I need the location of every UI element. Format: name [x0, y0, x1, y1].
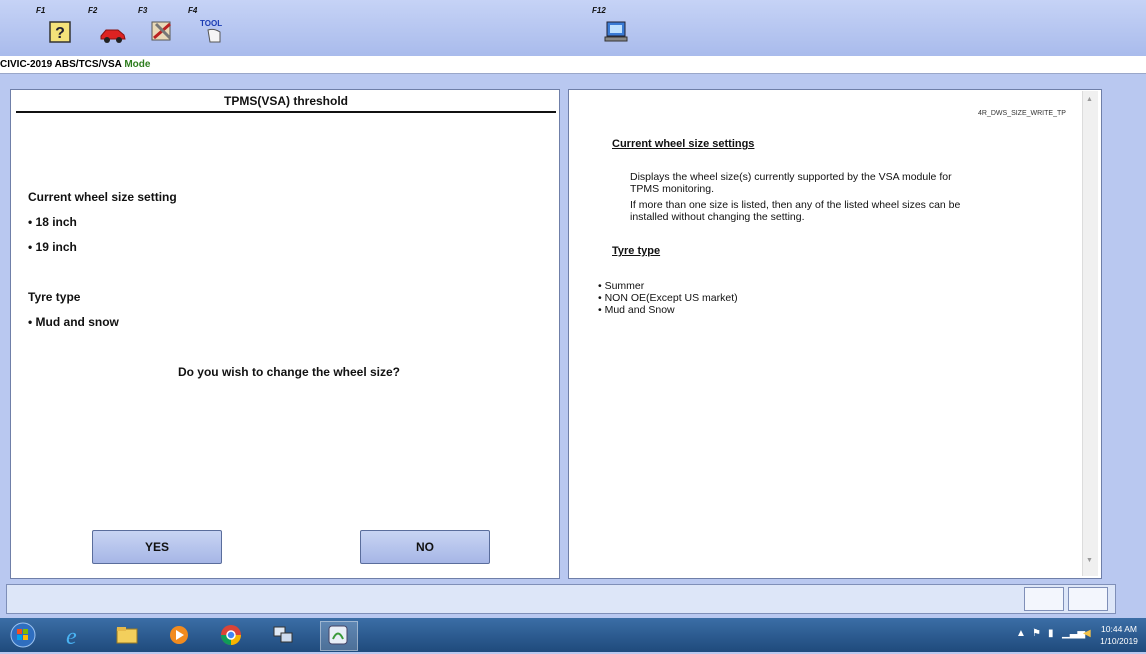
- tyre-type-heading: Tyre type: [28, 290, 81, 304]
- internet-explorer-icon[interactable]: e: [60, 621, 96, 650]
- f4-label: F4: [188, 6, 198, 15]
- windows-start-icon[interactable]: [8, 621, 44, 649]
- f4-tool-button[interactable]: F4 TOOL: [188, 6, 232, 48]
- help-heading-wheel-size: Current wheel size settings: [612, 138, 755, 150]
- f2-label: F2: [88, 6, 98, 15]
- f2-vehicle-button[interactable]: F2: [88, 6, 132, 48]
- svg-text:TOOL: TOOL: [200, 19, 222, 28]
- help-bullet-text: NON OE(Except US market): [604, 292, 738, 304]
- help-para-line-1: Displays the wheel size(s) currently sup…: [630, 171, 952, 183]
- help-bullet-text: Mud and Snow: [604, 304, 675, 316]
- f3-label: F3: [138, 6, 148, 15]
- breadcrumb-mode: Mode: [124, 59, 151, 70]
- wheel-size-18: • 18 inch: [28, 215, 77, 229]
- media-player-icon[interactable]: [164, 621, 200, 649]
- help-bullet-text: Summer: [604, 280, 645, 292]
- f1-label: F1: [36, 6, 46, 15]
- help-bullet: • Mud and Snow: [598, 304, 675, 316]
- status-box-1: [1024, 587, 1064, 611]
- clock-time: 10:44 AM: [1101, 624, 1137, 634]
- network-tool-icon[interactable]: [268, 621, 304, 649]
- diagnostic-app-icon[interactable]: [320, 621, 358, 651]
- f12-diagnostic-button[interactable]: F12: [592, 6, 636, 48]
- signal-icon[interactable]: ▁▃▅: [1062, 628, 1085, 639]
- help-bullet: • NON OE(Except US market): [598, 292, 738, 304]
- wheel-size-19: • 19 inch: [28, 240, 77, 254]
- diagnostic-computer-icon: [604, 21, 628, 42]
- clock-date: 1/10/2019: [1100, 636, 1138, 646]
- flag-icon[interactable]: ⚑: [1032, 628, 1041, 639]
- tool-hand-icon: TOOL: [200, 19, 222, 43]
- svg-text:e: e: [66, 624, 77, 649]
- wheel-size-heading: Current wheel size setting: [28, 190, 177, 204]
- car-icon: [100, 29, 126, 43]
- status-box-2: [1068, 587, 1108, 611]
- f1-help-button[interactable]: F1 ?: [36, 6, 80, 48]
- change-wheel-size-question: Do you wish to change the wheel size?: [177, 365, 401, 379]
- chrome-icon[interactable]: [216, 621, 252, 649]
- tray-arrow-icon[interactable]: ▲: [1016, 628, 1026, 639]
- yes-button[interactable]: YES: [92, 530, 222, 564]
- help-para-line-4: installed without changing the setting.: [630, 211, 805, 223]
- status-bar: [6, 584, 1116, 614]
- help-panel: [568, 89, 1102, 579]
- no-button[interactable]: NO: [360, 530, 490, 564]
- tools-icon: [151, 21, 172, 41]
- taskbar-clock[interactable]: 10:44 AM 1/10/2019: [1096, 623, 1142, 647]
- help-para-line-3: If more than one size is listed, then an…: [630, 199, 961, 211]
- help-scrollbar[interactable]: ▲ ▼: [1082, 91, 1098, 576]
- scroll-up-icon[interactable]: ▲: [1086, 96, 1093, 103]
- page-title: TPMS(VSA) threshold: [223, 94, 348, 108]
- help-code: 4R_DWS_SIZE_WRITE_TP: [978, 110, 1066, 117]
- breadcrumb-model: CIVIC-2019: [0, 59, 53, 70]
- svg-text:?: ?: [55, 25, 65, 42]
- tyre-type-value: • Mud and snow: [28, 315, 119, 329]
- help-heading-tyre-type: Tyre type: [612, 245, 661, 257]
- volume-icon[interactable]: ◀: [1083, 628, 1091, 639]
- title-divider: [16, 111, 556, 113]
- help-para-line-2: TPMS monitoring.: [630, 183, 715, 195]
- help-icon: ?: [49, 21, 71, 43]
- f3-tools-button[interactable]: F3: [138, 6, 182, 48]
- battery-icon[interactable]: ▮: [1048, 628, 1054, 639]
- breadcrumb: CIVIC-2019 ABS/TCS/VSA Mode: [0, 56, 1146, 74]
- threshold-panel: [10, 89, 560, 579]
- file-explorer-icon[interactable]: [112, 621, 148, 649]
- scroll-down-icon[interactable]: ▼: [1086, 557, 1093, 564]
- function-toolbar: F1 ? F2 F3 F4 TOOL F12: [0, 0, 1146, 57]
- breadcrumb-system: ABS/TCS/VSA: [54, 59, 122, 70]
- help-bullet: • Summer: [598, 280, 645, 292]
- f12-label: F12: [592, 6, 606, 15]
